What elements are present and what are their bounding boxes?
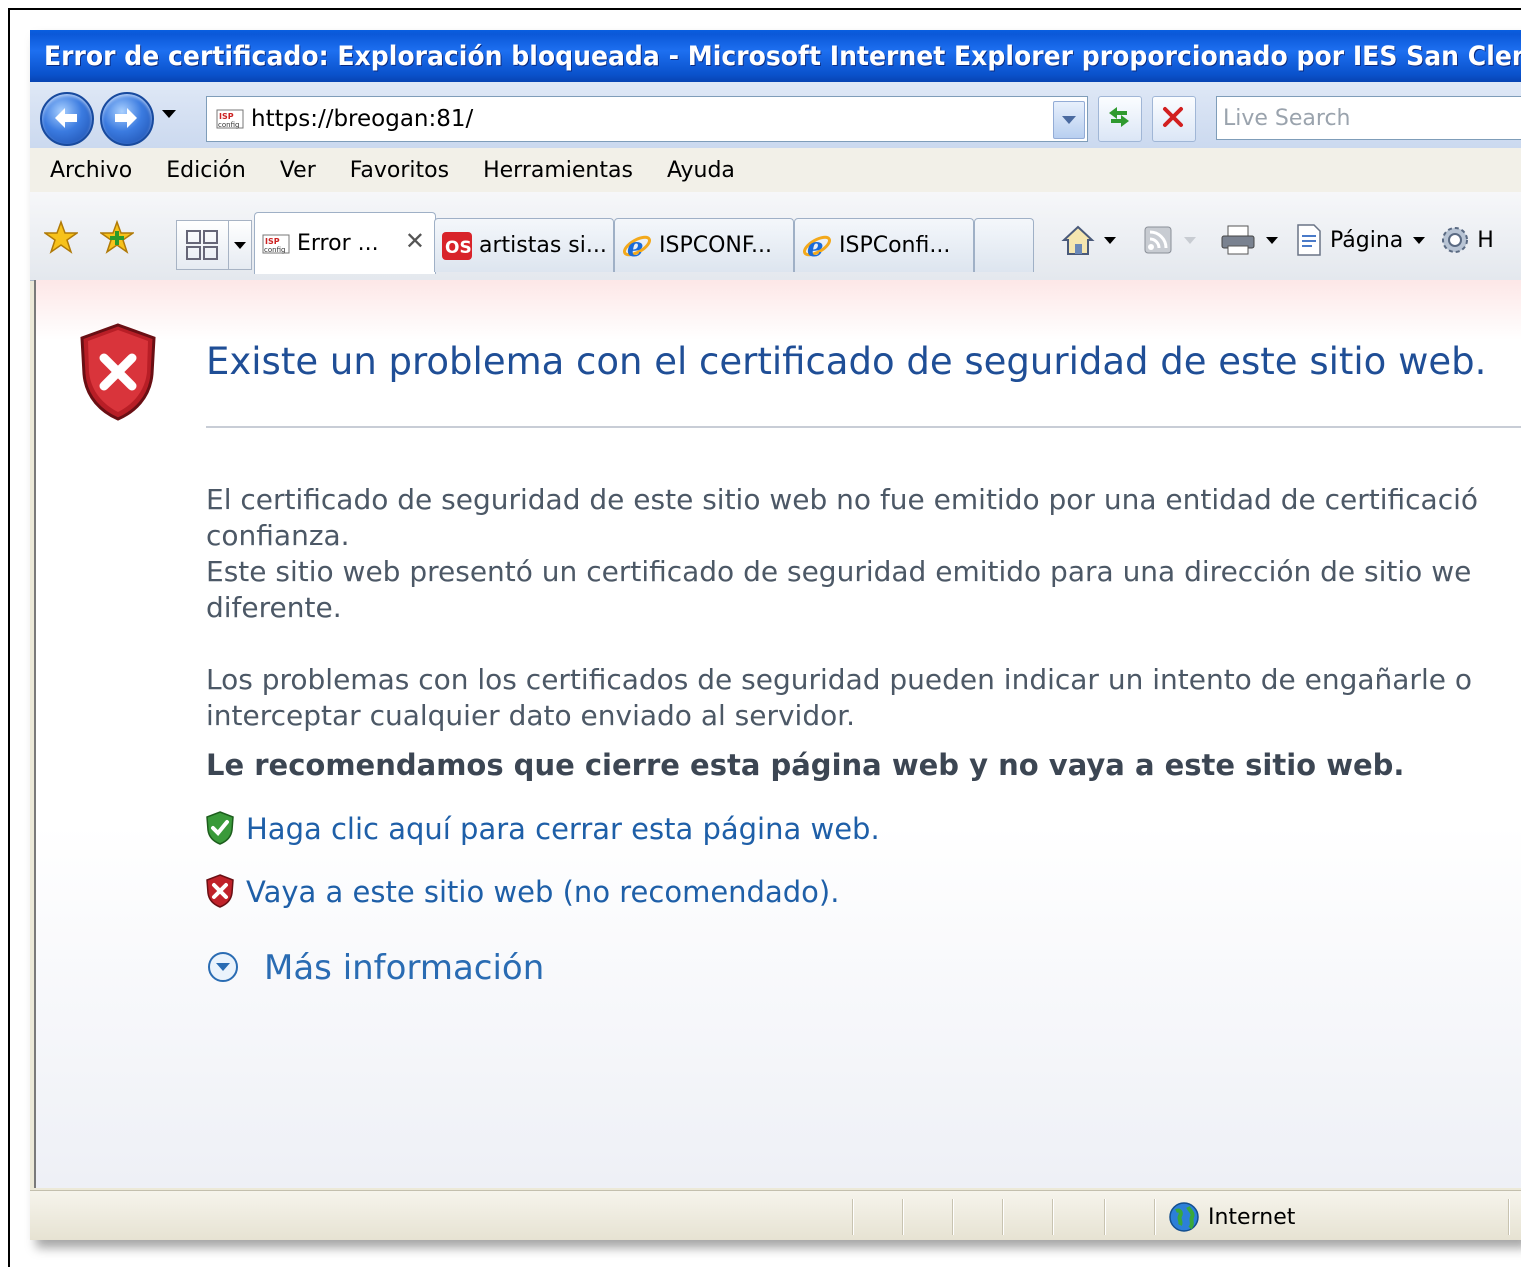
address-dropdown-button[interactable]: [1053, 101, 1085, 139]
stop-icon: [1163, 107, 1183, 127]
page-heading: Existe un problema con el certificado de…: [206, 340, 1487, 383]
expand-chevron-icon[interactable]: [208, 952, 238, 982]
warning-line1: Los problemas con los certificados de se…: [206, 663, 1472, 696]
menu-ver[interactable]: Ver: [280, 158, 316, 183]
window-title: Error de certificado: Exploración bloque…: [44, 40, 1521, 72]
ie-icon: e: [623, 233, 651, 262]
title-bar[interactable]: e Error de certificado: Exploración bloq…: [30, 30, 1521, 82]
refresh-icon: [1109, 107, 1129, 127]
quick-tabs-icon: [186, 230, 218, 260]
favorites-center-icon[interactable]: [44, 220, 78, 254]
stop-button[interactable]: [1152, 96, 1196, 142]
zone-label: Internet: [1208, 1204, 1296, 1230]
os-favicon-icon: OS: [442, 231, 472, 260]
warning-line2: interceptar cualquier dato enviado al se…: [206, 699, 856, 732]
screenshot-frame: e Error de certificado: Exploración bloq…: [8, 8, 1521, 1267]
search-input[interactable]: Live Search: [1216, 96, 1521, 140]
quick-tabs-button[interactable]: [176, 220, 230, 270]
tools-menu-label[interactable]: H: [1477, 228, 1494, 253]
tab-list-dropdown[interactable]: [228, 220, 252, 270]
forward-arrow-icon: [115, 108, 137, 128]
svg-text:config: config: [218, 121, 239, 129]
page-icon[interactable]: [1292, 222, 1326, 258]
reason-mismatch-line1: Este sitio web presentó un certificado d…: [206, 555, 1472, 588]
ispconfig-favicon-icon: ISP config: [262, 234, 290, 254]
svg-text:e: e: [807, 233, 824, 262]
tab-error[interactable]: ISP config Error ... ✕: [254, 212, 436, 274]
tab-label: artistas si...: [479, 233, 607, 258]
feeds-dropdown-icon: [1184, 236, 1196, 244]
tab-label: Error ...: [297, 231, 379, 256]
home-dropdown-icon[interactable]: [1104, 236, 1116, 244]
more-information-link[interactable]: Más información: [264, 948, 544, 988]
status-separator: [1104, 1199, 1105, 1235]
browser-window: e Error de certificado: Exploración bloq…: [30, 30, 1521, 1240]
red-shield-x-icon: [206, 874, 234, 908]
print-dropdown-icon[interactable]: [1266, 236, 1278, 244]
add-favorite-icon[interactable]: [100, 220, 134, 254]
menu-ayuda[interactable]: Ayuda: [667, 158, 735, 183]
tab-label: ISPConfi...: [839, 233, 951, 258]
tab-ispconf[interactable]: e ISPCONF...: [614, 218, 794, 272]
globe-icon: [1169, 1202, 1199, 1232]
command-bar: Página H: [1060, 222, 1494, 258]
forward-button[interactable]: [100, 92, 154, 146]
history-dropdown-button[interactable]: [162, 110, 176, 118]
continue-to-site-link[interactable]: Vaya a este sitio web (no recomendado).: [246, 875, 839, 909]
menu-edicion[interactable]: Edición: [166, 158, 246, 183]
svg-text:e: e: [627, 233, 644, 262]
ispconfig-favicon-icon: ISP config: [216, 109, 244, 129]
close-page-link[interactable]: Haga clic aquí para cerrar esta página w…: [246, 812, 880, 846]
menu-bar: Archivo Edición Ver Favoritos Herramient…: [30, 148, 1521, 193]
menu-herramientas[interactable]: Herramientas: [483, 158, 633, 183]
url-text: https://breogan:81/: [251, 106, 474, 132]
svg-text:ISP: ISP: [265, 237, 280, 246]
address-row: ISP config https://breogan:81/ Live Sear…: [30, 82, 1521, 148]
status-separator: [902, 1199, 903, 1235]
recommendation-text: Le recomendamos que cierre esta página w…: [206, 748, 1405, 782]
refresh-button[interactable]: [1098, 96, 1142, 142]
tab-label: ISPCONF...: [659, 233, 772, 258]
error-shield-icon: [80, 323, 156, 421]
reason-untrusted-line2: confianza.: [206, 519, 350, 552]
tab-bar: ISP config Error ... ✕ OS artistas si...…: [30, 192, 1521, 281]
status-separator: [952, 1199, 953, 1235]
svg-text:ISP: ISP: [219, 112, 234, 121]
reason-mismatch-line2: diferente.: [206, 591, 342, 624]
status-separator: [1002, 1199, 1003, 1235]
status-separator: [1508, 1199, 1509, 1235]
page-menu-label[interactable]: Página: [1330, 228, 1403, 253]
status-separator: [852, 1199, 853, 1235]
status-separator: [1154, 1199, 1155, 1235]
back-arrow-icon: [55, 108, 77, 128]
ie-icon: e: [803, 233, 831, 262]
new-tab-button[interactable]: [974, 218, 1034, 272]
menu-favoritos[interactable]: Favoritos: [350, 158, 449, 183]
svg-text:config: config: [264, 246, 285, 254]
feeds-icon[interactable]: [1140, 222, 1176, 258]
page-content: Existe un problema con el certificado de…: [34, 280, 1521, 1188]
heading-divider: [206, 426, 1521, 428]
tools-gear-icon[interactable]: [1437, 222, 1473, 258]
security-zone[interactable]: Internet: [1168, 1201, 1295, 1233]
status-bar: Internet: [30, 1190, 1521, 1240]
close-tab-icon[interactable]: ✕: [405, 227, 425, 255]
menu-archivo[interactable]: Archivo: [50, 158, 132, 183]
green-shield-check-icon: [206, 811, 234, 845]
page-dropdown-icon[interactable]: [1413, 236, 1426, 244]
address-bar[interactable]: ISP config https://breogan:81/: [206, 96, 1088, 142]
status-separator: [1052, 1199, 1053, 1235]
svg-text:OS: OS: [445, 238, 472, 258]
search-placeholder: Live Search: [1223, 105, 1351, 131]
back-button[interactable]: [40, 92, 94, 146]
home-icon[interactable]: [1060, 222, 1096, 258]
print-icon[interactable]: [1218, 222, 1258, 258]
tab-artistas[interactable]: OS artistas si...: [434, 218, 614, 272]
reason-untrusted-line1: El certificado de seguridad de este siti…: [206, 483, 1479, 516]
tab-ispconfi[interactable]: e ISPConfi...: [794, 218, 974, 272]
